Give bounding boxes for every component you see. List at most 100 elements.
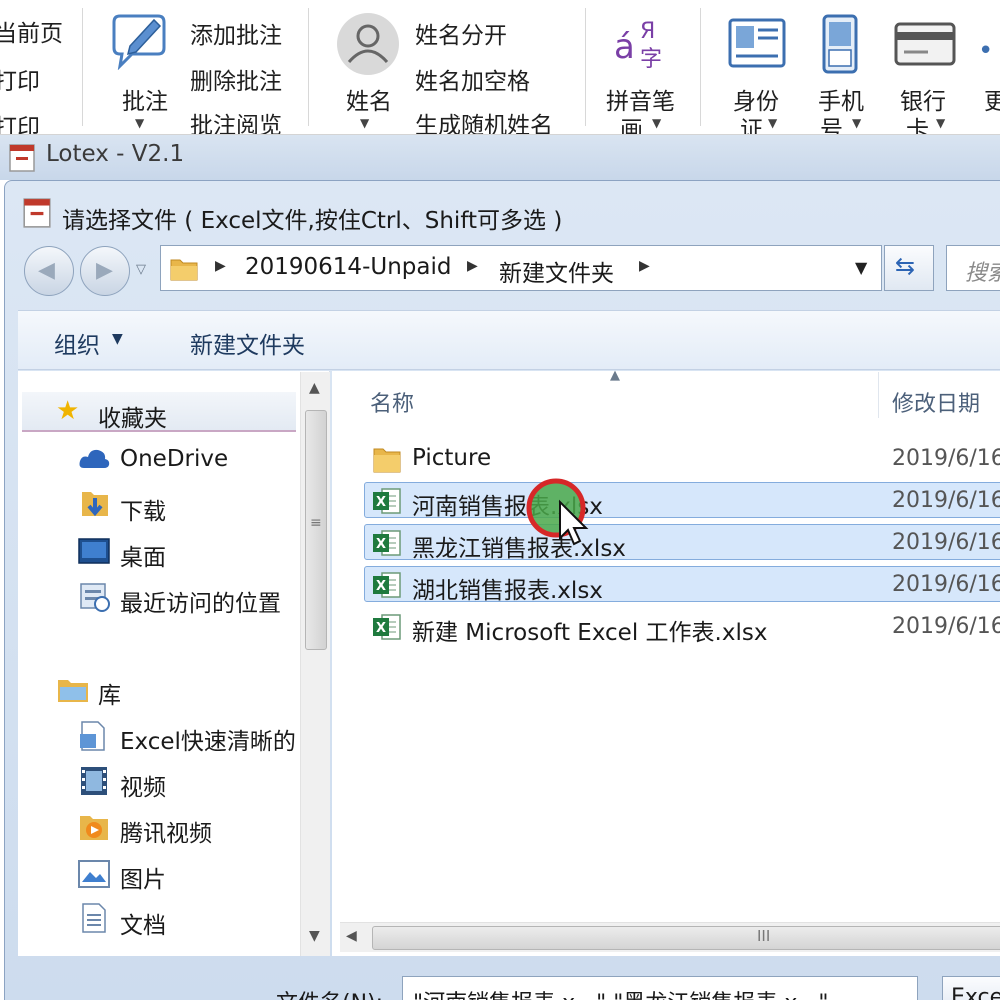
address-dropdown-icon[interactable]: ▼ [855, 258, 867, 277]
breadcrumb-item[interactable]: 20190614-Unpaid [245, 254, 451, 280]
svg-text:X: X [376, 621, 386, 636]
nav-scroll-thumb[interactable]: ≡ [305, 410, 327, 650]
recent-places-icon [80, 583, 110, 612]
chevron-down-icon[interactable]: ▼ [135, 116, 144, 130]
mouse-cursor-icon [526, 478, 589, 546]
file-date: 2019/6/16 [892, 446, 1000, 471]
user-icon [337, 13, 399, 75]
chevron-down-icon[interactable]: ▼ [360, 116, 369, 130]
scroll-up-icon[interactable]: ▲ [309, 380, 320, 396]
file-type-select[interactable]: Excel [942, 976, 1000, 1000]
organize-button[interactable]: 组织 [54, 326, 100, 360]
ribbon: 当前页 打印 打印 批注 ▼ 添加批注 删除批注 批注阅览 姓名 ▼ 姓名分开 … [0, 0, 1000, 135]
nav-item-onedrive[interactable]: OneDrive [120, 446, 228, 472]
refresh-button[interactable]: ⇆ [884, 245, 934, 291]
search-placeholder: 搜索 [965, 261, 1000, 286]
file-name[interactable]: Picture [412, 445, 491, 471]
svg-text:X: X [376, 579, 386, 594]
filename-input[interactable]: "河南销售报表.x..." "黑龙江销售报表.x..." [402, 976, 918, 1000]
ribbon-separator [308, 8, 309, 126]
add-comment-button[interactable]: 添加批注 [190, 16, 282, 50]
star-icon: ★ [56, 396, 80, 426]
file-date: 2019/6/16 [892, 572, 1000, 597]
name-add-space-button[interactable]: 姓名加空格 [415, 62, 530, 96]
nav-item-downloads[interactable]: 下载 [120, 492, 166, 526]
comment-icon [112, 14, 166, 70]
chevron-down-icon[interactable]: ▼ [768, 116, 777, 130]
nav-scrollbar[interactable]: ▲ ≡ ▼ [300, 372, 330, 956]
split-name-button[interactable]: 姓名分开 [415, 16, 507, 50]
app-title: Lotex - V2.1 [46, 141, 185, 167]
ribbon-print-2[interactable]: 打印 [0, 108, 40, 134]
tencent-video-icon [80, 816, 108, 840]
nav-item-documents[interactable]: 文档 [120, 906, 166, 940]
svg-text:字: 字 [640, 47, 662, 72]
grip-icon: III [757, 927, 771, 945]
refresh-icon: ⇆ [895, 252, 916, 280]
search-input[interactable]: 搜索 [946, 245, 1000, 291]
grip-icon: ≡ [310, 515, 322, 531]
file-horizontal-scrollbar[interactable]: ◀ III [340, 922, 1000, 952]
random-name-button[interactable]: 生成随机姓名 [415, 106, 553, 134]
scroll-down-icon[interactable]: ▼ [309, 928, 320, 944]
sort-ascending-icon: ▲ [610, 368, 620, 383]
breadcrumb-item[interactable]: 新建文件夹 [499, 254, 614, 288]
folder-icon [170, 259, 198, 281]
file-date: 2019/6/16 [892, 530, 1000, 555]
nav-item-excel-library[interactable]: Excel快速清晰的 [120, 722, 296, 756]
forward-button[interactable]: ▶ [80, 246, 130, 296]
view-comments-button[interactable]: 批注阅览 [190, 106, 282, 134]
horizontal-scroll-thumb[interactable]: III [372, 926, 1000, 950]
documents-icon [82, 903, 106, 933]
breadcrumb-separator-icon[interactable]: ▶ [215, 258, 226, 274]
document-library-icon [80, 721, 105, 751]
nav-item-pictures[interactable]: 图片 [120, 860, 166, 894]
file-name[interactable]: 湖北销售报表.xlsx [412, 571, 603, 605]
back-button[interactable]: ◀ [24, 246, 74, 296]
column-divider[interactable] [878, 372, 879, 418]
pinyin-icon: á Я 字 [614, 19, 662, 72]
library-icon [58, 680, 88, 702]
excel-file-icon: X [373, 614, 401, 640]
more-button[interactable]: 更 [984, 82, 1000, 116]
history-dropdown[interactable]: ▽ [136, 262, 146, 277]
arrow-left-icon: ◀ [38, 258, 55, 283]
svg-text:á: á [614, 27, 635, 67]
column-header-name[interactable]: 名称 [370, 386, 414, 418]
ribbon-current-page[interactable]: 当前页 [0, 14, 63, 48]
file-name[interactable]: 新建 Microsoft Excel 工作表.xlsx [412, 613, 767, 647]
nav-item-videos[interactable]: 视频 [120, 768, 166, 802]
comment-button[interactable]: 批注 [122, 82, 168, 116]
column-header-date[interactable]: 修改日期 [892, 386, 980, 418]
new-folder-button[interactable]: 新建文件夹 [190, 326, 305, 360]
breadcrumb-separator-icon[interactable]: ▶ [467, 258, 478, 274]
ribbon-separator [700, 8, 701, 126]
chevron-down-icon[interactable]: ▼ [652, 116, 661, 130]
address-bar[interactable]: ▶ 20190614-Unpaid ▶ 新建文件夹 ▶ ▼ [160, 245, 882, 291]
scroll-left-icon[interactable]: ◀ [346, 928, 357, 944]
delete-comment-button[interactable]: 删除批注 [190, 62, 282, 96]
filename-value: "河南销售报表.x..." "黑龙江销售报表.x..." [413, 985, 828, 1000]
file-type-value: Excel [951, 985, 1000, 1000]
svg-text:X: X [376, 495, 386, 510]
ribbon-separator [82, 8, 83, 126]
svg-text:X: X [376, 537, 386, 552]
nav-item-desktop[interactable]: 桌面 [120, 538, 166, 572]
breadcrumb-separator-icon[interactable]: ▶ [639, 258, 650, 274]
nav-item-recent-places[interactable]: 最近访问的位置 [120, 584, 281, 618]
name-button[interactable]: 姓名 [346, 82, 392, 116]
dialog-toolbar: 组织 ▼ 新建文件夹 [18, 310, 1000, 370]
chevron-down-icon[interactable]: ▼ [852, 116, 861, 130]
download-folder-icon [82, 492, 108, 517]
file-date: 2019/6/16 [892, 488, 1000, 513]
chevron-down-icon[interactable]: ▼ [936, 116, 945, 130]
library-header[interactable]: 库 [98, 676, 121, 710]
favorites-header[interactable]: 收藏夹 [98, 399, 167, 433]
chevron-down-icon[interactable]: ▼ [112, 331, 123, 347]
ribbon-print[interactable]: 打印 [0, 62, 40, 96]
file-date: 2019/6/16 [892, 614, 1000, 639]
nav-item-tencent-video[interactable]: 腾讯视频 [120, 814, 212, 848]
desktop-icon [78, 538, 110, 564]
arrow-right-icon: ▶ [96, 258, 113, 283]
excel-file-icon: X [373, 488, 401, 514]
